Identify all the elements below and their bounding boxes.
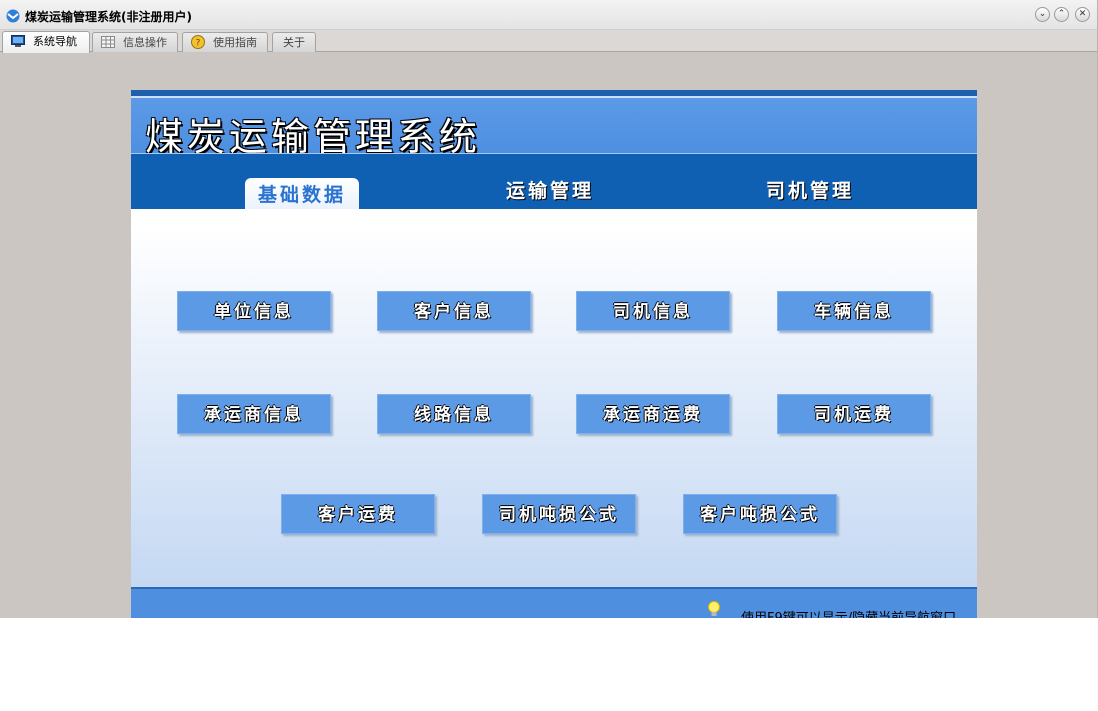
maximize-button[interactable]: ⌃: [1054, 7, 1069, 22]
app-window: 煤炭运输管理系统(非注册用户) ⌄ ⌃ ✕ 系统导航 信息操作 ? 使用指南 关…: [0, 0, 1098, 618]
customer-info-button[interactable]: 客户信息: [377, 291, 531, 331]
svg-text:?: ?: [196, 39, 201, 49]
tab-info-ops[interactable]: 信息操作: [92, 32, 178, 52]
chevron-down-icon: ⌄: [1038, 9, 1047, 19]
driver-info-button[interactable]: 司机信息: [576, 291, 730, 331]
tab-user-guide[interactable]: ? 使用指南: [182, 32, 268, 52]
main-tab-bar: 系统导航 信息操作 ? 使用指南 关于: [0, 30, 1097, 53]
vehicle-info-button[interactable]: 车辆信息: [777, 291, 931, 331]
tab-label: 系统导航: [33, 35, 77, 48]
nav-tab-basic-data[interactable]: 基础数据: [245, 178, 359, 212]
category-nav: 基础数据 运输管理 司机管理: [131, 153, 977, 212]
nav-tab-transport[interactable]: 运输管理: [506, 176, 594, 203]
tab-system-nav[interactable]: 系统导航: [2, 31, 90, 53]
carrier-freight-button[interactable]: 承运商运费: [576, 394, 730, 434]
driver-freight-button[interactable]: 司机运费: [777, 394, 931, 434]
minimize-button[interactable]: ⌄: [1035, 7, 1050, 22]
app-logo-icon: [6, 9, 20, 23]
unit-info-button[interactable]: 单位信息: [177, 291, 331, 331]
app-header: 煤炭运输管理系统: [131, 96, 977, 159]
monitor-icon: [11, 35, 25, 47]
grid-icon: [101, 36, 115, 48]
title-bar: 煤炭运输管理系统(非注册用户) ⌄ ⌃ ✕: [0, 0, 1097, 30]
driver-loss-formula-button[interactable]: 司机吨损公式: [482, 494, 636, 534]
tab-label: 信息操作: [123, 36, 167, 49]
tab-label: 关于: [283, 36, 305, 49]
close-button[interactable]: ✕: [1075, 7, 1090, 22]
tab-about[interactable]: 关于: [272, 32, 316, 52]
route-info-button[interactable]: 线路信息: [377, 394, 531, 434]
lightbulb-icon: [708, 601, 720, 616]
close-icon: ✕: [1078, 9, 1087, 19]
nav-tab-driver[interactable]: 司机管理: [766, 176, 854, 203]
navigation-panel: 煤炭运输管理系统 基础数据 运输管理 司机管理 单位信息 客户信息 司机信息 车…: [131, 90, 977, 618]
help-icon: ?: [191, 35, 205, 49]
carrier-info-button[interactable]: 承运商信息: [177, 394, 331, 434]
customer-freight-button[interactable]: 客户运费: [281, 494, 435, 534]
panel-footer: 使用F9键可以显示/隐藏当前导航窗口: [131, 587, 977, 618]
chevron-up-icon: ⌃: [1057, 9, 1066, 19]
customer-loss-formula-button[interactable]: 客户吨损公式: [683, 494, 837, 534]
button-grid: 单位信息 客户信息 司机信息 车辆信息 承运商信息 线路信息 承运商运费 司机运…: [131, 209, 977, 587]
tab-label: 使用指南: [213, 36, 257, 49]
footer-tip: 使用F9键可以显示/隐藏当前导航窗口: [741, 607, 956, 618]
window-title: 煤炭运输管理系统(非注册用户): [25, 10, 192, 24]
